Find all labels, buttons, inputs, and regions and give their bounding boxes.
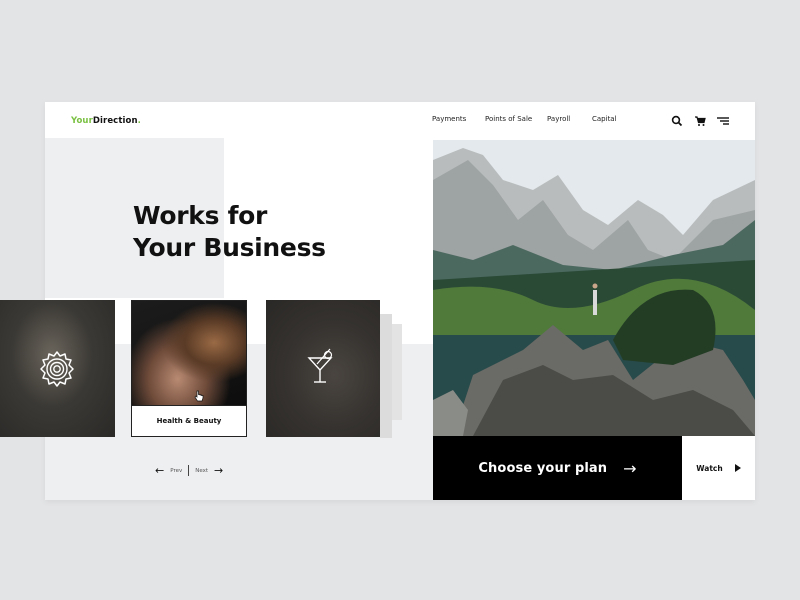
- card-stack-shadow: [392, 324, 402, 420]
- headline-line-2: Your Business: [133, 233, 326, 262]
- prev-button[interactable]: Prev: [170, 468, 182, 474]
- play-icon: [734, 464, 741, 472]
- nav-item-payroll[interactable]: Payroll: [547, 115, 592, 123]
- nav-item-capital[interactable]: Capital: [592, 115, 632, 123]
- carousel-pager: ← Prev Next →: [155, 464, 223, 477]
- search-icon[interactable]: [670, 113, 684, 127]
- menu-icon[interactable]: [716, 113, 730, 127]
- pager-divider: [188, 465, 190, 476]
- logo-dot: .: [137, 116, 141, 126]
- mountain-lake-illustration: [433, 140, 755, 436]
- logo-secondary: Direction: [92, 116, 138, 126]
- card-stack-shadow: [380, 314, 392, 438]
- watch-label: Watch: [696, 463, 723, 473]
- logo[interactable]: YourDirection.: [71, 116, 141, 126]
- landing-page: YourDirection. Payments Points of Sale P…: [0, 102, 755, 500]
- nav-item-payments[interactable]: Payments: [432, 115, 485, 123]
- health-beauty-image: [132, 301, 246, 405]
- cocktail-icon: [307, 348, 333, 383]
- choose-plan-label: Choose your plan: [478, 460, 608, 476]
- headline-line-1: Works for: [133, 201, 268, 230]
- next-button[interactable]: Next: [195, 468, 208, 474]
- category-card-health-beauty[interactable]: Health & Beauty: [131, 300, 247, 437]
- main-nav: Payments Points of Sale Payroll Capital: [432, 115, 632, 123]
- category-card-food-drink[interactable]: [266, 300, 380, 437]
- logo-primary: Your: [71, 116, 93, 126]
- arrow-right-icon: →: [623, 458, 637, 478]
- prev-arrow-icon[interactable]: ←: [155, 464, 164, 477]
- next-arrow-icon[interactable]: →: [214, 464, 223, 477]
- category-card-settings[interactable]: [0, 300, 115, 437]
- watch-button[interactable]: Watch: [682, 436, 755, 500]
- page-title: Works for Your Business: [133, 200, 326, 264]
- choose-plan-button[interactable]: Choose your plan →: [433, 436, 682, 500]
- gear-icon: [40, 351, 74, 387]
- hero-image: [433, 140, 755, 436]
- hand-cursor-icon: [194, 390, 204, 402]
- cart-icon[interactable]: [693, 113, 707, 127]
- nav-item-points-of-sale[interactable]: Points of Sale: [485, 115, 547, 123]
- category-card-label: Health & Beauty: [132, 405, 246, 436]
